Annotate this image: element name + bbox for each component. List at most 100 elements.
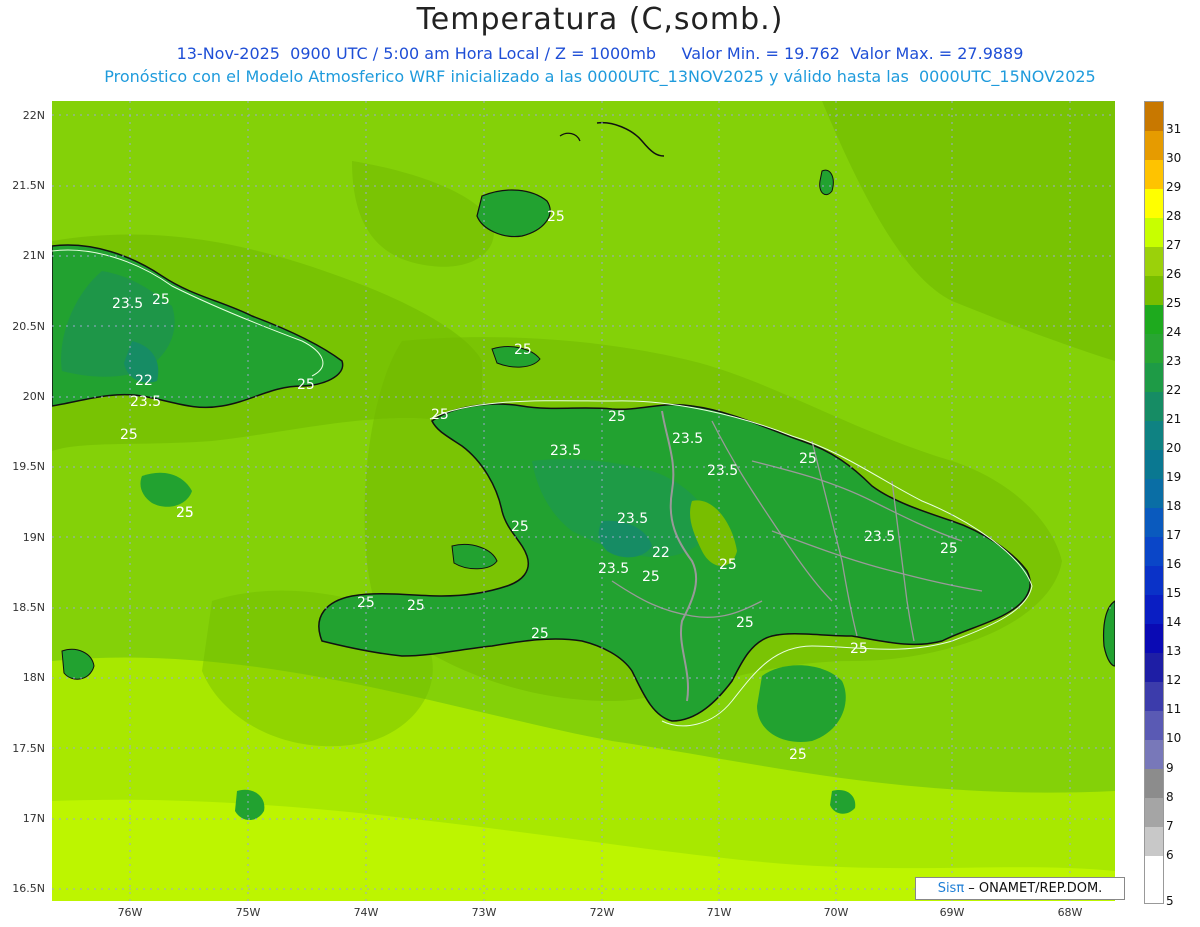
lat-label: 20.5N xyxy=(12,320,45,333)
legend-swatch xyxy=(1145,566,1163,596)
legend-label: 25 xyxy=(1166,296,1182,311)
contour-label: 23.5 xyxy=(598,561,629,577)
contour-label: 25 xyxy=(297,377,315,393)
contour-label: 23.5 xyxy=(112,296,143,312)
lat-label: 21.5N xyxy=(12,179,45,192)
legend-label: 29 xyxy=(1166,180,1182,195)
lat-label: 17N xyxy=(22,812,45,825)
legend-swatch xyxy=(1145,218,1163,248)
contour-label: 23.5 xyxy=(130,394,161,410)
contour-label: 25 xyxy=(608,409,626,425)
credit-text: – ONAMET/REP.DOM. xyxy=(964,881,1103,896)
contour-label: 25 xyxy=(357,595,375,611)
legend-label: 20 xyxy=(1166,441,1182,456)
credit-box: Sisπ – ONAMET/REP.DOM. xyxy=(915,877,1125,900)
contour-label: 22 xyxy=(135,373,153,389)
legend-label: 15 xyxy=(1166,586,1182,601)
lat-label: 18N xyxy=(22,671,45,684)
legend-label: 19 xyxy=(1166,470,1182,485)
contour-label: 25 xyxy=(531,626,549,642)
legend-swatch xyxy=(1145,160,1163,190)
lon-label: 75W xyxy=(235,906,261,919)
contour-label: 25 xyxy=(642,569,660,585)
legend-swatch xyxy=(1145,798,1163,828)
subtitle-time-range: 13-Nov-2025 0900 UTC / 5:00 am Hora Loca… xyxy=(176,44,1024,63)
map-title: Temperatura (C,somb.) xyxy=(416,2,784,37)
legend-swatch xyxy=(1145,653,1163,683)
contour-label: 25 xyxy=(799,451,817,467)
small-island-ne xyxy=(819,169,834,196)
legend-swatch xyxy=(1145,537,1163,567)
legend-swatch xyxy=(1145,769,1163,799)
lat-label: 16.5N xyxy=(12,882,45,895)
map-canvas: 23.5 25 25 22 23.5 25 25 25 25 25 23.5 2… xyxy=(52,101,1115,901)
contour-label: 22 xyxy=(652,545,670,561)
contour-label: 25 xyxy=(736,615,754,631)
contour-label: 25 xyxy=(940,541,958,557)
legend-label: 28 xyxy=(1166,209,1182,224)
legend-label: 5 xyxy=(1166,894,1174,908)
legend-label: 24 xyxy=(1166,325,1182,340)
temperature-map: 23.5 25 25 22 23.5 25 25 25 25 25 23.5 2… xyxy=(52,101,1115,901)
lat-label: 19N xyxy=(22,531,45,544)
credit-sis: Sisπ xyxy=(937,881,965,896)
legend-swatch xyxy=(1145,711,1163,741)
legend-label: 13 xyxy=(1166,644,1182,659)
legend-label: 7 xyxy=(1166,818,1174,833)
contour-label: 23.5 xyxy=(864,529,895,545)
lon-label: 73W xyxy=(471,906,497,919)
lat-label: 20N xyxy=(22,390,45,403)
contour-label: 23.5 xyxy=(550,443,581,459)
legend-label: 10 xyxy=(1166,731,1182,746)
lat-label: 18.5N xyxy=(12,601,45,614)
legend-swatch xyxy=(1145,421,1163,451)
legend-swatch xyxy=(1145,450,1163,480)
subtitle-model-info: Pronóstico con el Modelo Atmosferico WRF… xyxy=(104,67,1096,86)
lat-label: 21N xyxy=(22,249,45,262)
legend-swatch xyxy=(1145,363,1163,393)
legend-label: 11 xyxy=(1166,702,1182,717)
contour-label: 25 xyxy=(176,505,194,521)
legend-label: 12 xyxy=(1166,673,1182,688)
legend-label: 27 xyxy=(1166,238,1182,253)
lon-label: 69W xyxy=(939,906,965,919)
legend-swatch xyxy=(1145,276,1163,306)
legend-label: 8 xyxy=(1166,789,1174,804)
contour-label: 23.5 xyxy=(707,463,738,479)
contour-label: 25 xyxy=(152,292,170,308)
color-legend xyxy=(1144,101,1164,904)
legend-label: 6 xyxy=(1166,847,1174,862)
contour-label: 25 xyxy=(850,641,868,657)
lon-label: 72W xyxy=(589,906,615,919)
legend-label: 17 xyxy=(1166,528,1182,543)
lon-label: 70W xyxy=(823,906,849,919)
legend-swatch xyxy=(1145,682,1163,712)
lat-label: 17.5N xyxy=(12,742,45,755)
contour-label: 25 xyxy=(789,747,807,763)
legend-swatch xyxy=(1145,102,1163,132)
legend-label: 30 xyxy=(1166,151,1182,166)
legend-label: 31 xyxy=(1166,122,1182,137)
legend-swatch xyxy=(1145,740,1163,770)
contour-label: 25 xyxy=(431,407,449,423)
lon-label: 68W xyxy=(1057,906,1083,919)
contour-label: 23.5 xyxy=(672,431,703,447)
legend-label: 26 xyxy=(1166,267,1182,282)
legend-label: 18 xyxy=(1166,499,1182,514)
legend-swatch xyxy=(1145,334,1163,364)
contour-label: 23.5 xyxy=(617,511,648,527)
contour-label: 25 xyxy=(511,519,529,535)
legend-swatch xyxy=(1145,827,1163,857)
contour-label: 25 xyxy=(719,557,737,573)
legend-swatch xyxy=(1145,189,1163,219)
contour-label: 25 xyxy=(547,209,565,225)
lon-label: 74W xyxy=(353,906,379,919)
legend-swatch xyxy=(1145,856,1163,903)
legend-label: 16 xyxy=(1166,557,1182,572)
lat-label: 19.5N xyxy=(12,460,45,473)
contour-label: 25 xyxy=(120,427,138,443)
legend-label: 21 xyxy=(1166,412,1182,427)
legend-swatch xyxy=(1145,595,1163,625)
legend-swatch xyxy=(1145,508,1163,538)
contour-label: 25 xyxy=(514,342,532,358)
